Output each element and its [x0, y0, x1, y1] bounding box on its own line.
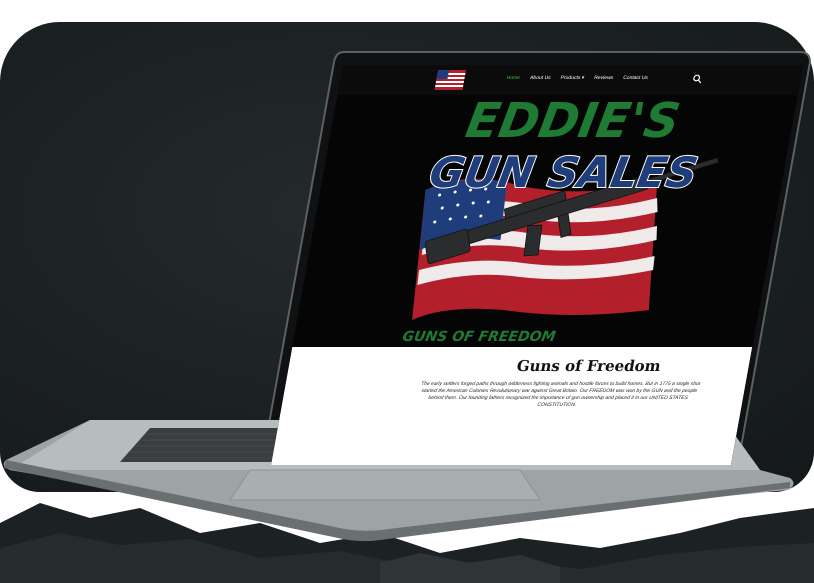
content-section: Guns of Freedom The early settlers forge…: [271, 347, 753, 465]
flag-logo-icon[interactable]: [434, 70, 467, 90]
section-title: Guns of Freedom: [515, 357, 663, 375]
logo-tagline: GUNS OF FREEDOM: [401, 329, 557, 345]
logo-eddies: EDDIE'S: [462, 95, 684, 149]
nav-about[interactable]: About Us: [529, 75, 551, 81]
mockup-stage: Home About Us Products ▾ Reviews Contact…: [0, 0, 814, 583]
site-header: Home About Us Products ▾ Reviews Contact…: [337, 65, 803, 95]
hero-banner: EDDIE'S GUN SALES GUNS OF FREEDOM: [292, 93, 798, 347]
main-nav: Home About Us Products ▾ Reviews Contact…: [506, 75, 648, 81]
section-body: The early settlers forged paths through …: [420, 381, 701, 408]
logo-gun-sales: GUN SALES: [426, 148, 702, 197]
nav-reviews[interactable]: Reviews: [594, 75, 614, 81]
hero-graphic: EDDIE'S GUN SALES GUNS OF FREEDOM: [401, 93, 719, 345]
nav-products[interactable]: Products ▾: [560, 75, 585, 81]
nav-contact[interactable]: Contact Us: [623, 75, 649, 81]
nav-home[interactable]: Home: [506, 75, 520, 81]
browser-viewport: Home About Us Products ▾ Reviews Contact…: [271, 65, 803, 465]
search-icon[interactable]: [692, 74, 704, 84]
